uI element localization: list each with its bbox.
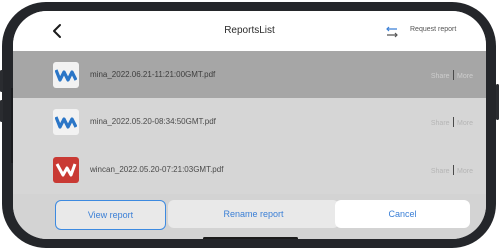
list-item[interactable]: mina_2022.05.20-08:34:50GMT.pdf Share More (13, 98, 486, 146)
more-link[interactable]: More (457, 120, 473, 127)
share-link[interactable]: Share (431, 120, 450, 127)
share-link[interactable]: Share (431, 73, 450, 80)
row-actions: Share More (431, 70, 473, 80)
action-sheet: View report Rename report Cancel (13, 194, 486, 239)
blue-w-logo-icon (53, 109, 79, 135)
red-v-logo-icon (53, 157, 79, 183)
navigation-bar: ReportsList Request report (13, 11, 486, 51)
request-report-icon[interactable] (385, 25, 399, 38)
cancel-button[interactable]: Cancel (335, 200, 470, 228)
app-screen: ReportsList Request report mina_2022.06.… (13, 11, 486, 239)
side-button (0, 70, 3, 92)
file-name: mina_2022.06.21-11:21:00GMT.pdf (90, 70, 216, 79)
rename-report-button[interactable]: Rename report (168, 200, 339, 228)
more-link[interactable]: More (457, 73, 473, 80)
share-link[interactable]: Share (431, 168, 450, 175)
divider (452, 70, 455, 80)
list-item[interactable]: mina_2022.06.21-11:21:00GMT.pdf Share More (13, 51, 486, 99)
side-button (0, 100, 3, 122)
phone-device: ReportsList Request report mina_2022.06.… (0, 0, 499, 250)
list-item[interactable]: wincan_2022.05.20-07:21:03GMT.pdf Share Mo… (13, 146, 486, 194)
swap-arrows-icon (386, 26, 398, 38)
divider (452, 117, 455, 127)
home-indicator (203, 237, 298, 239)
row-actions: Share More (431, 165, 473, 175)
view-report-button[interactable]: View report (55, 200, 166, 230)
row-actions: Share More (431, 117, 473, 127)
request-report-button[interactable]: Request report (410, 26, 456, 33)
divider (452, 165, 455, 175)
file-name: wincan_2022.05.20-07:21:03GMT.pdf (90, 165, 224, 174)
more-link[interactable]: More (457, 168, 473, 175)
blue-w-logo-icon (53, 62, 79, 88)
file-name: mina_2022.05.20-08:34:50GMT.pdf (90, 117, 216, 126)
